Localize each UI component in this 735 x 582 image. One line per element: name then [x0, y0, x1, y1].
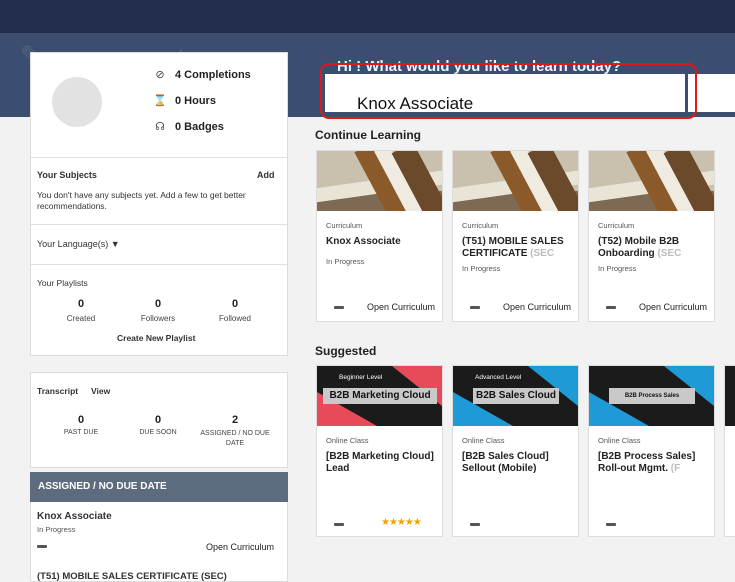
more-options-icon[interactable] [334, 306, 344, 309]
course-type: Curriculum [326, 221, 363, 230]
more-options-icon[interactable] [470, 306, 480, 309]
course-title: (T52) Mobile B2B Onboarding (SEC [598, 236, 710, 260]
suggested-card[interactable]: Beginner Level B2B Marketing Cloud Onlin… [316, 365, 443, 537]
open-curriculum-button[interactable]: Open Curriculum [206, 542, 274, 553]
check-circle-icon: ⊘ [155, 69, 165, 81]
suggested-badge: B2B Process Sales [609, 388, 695, 404]
course-title: (T51) MOBILE SALES CERTIFICATE (SEC [462, 236, 574, 260]
suggested-card-partial[interactable] [724, 365, 735, 537]
more-options-icon[interactable] [606, 306, 616, 309]
level-label: Beginner Level [339, 374, 383, 381]
assigned-header: ASSIGNED / NO DUE DATE [30, 472, 288, 502]
course-type: Curriculum [462, 221, 499, 230]
more-options-icon[interactable] [37, 545, 47, 548]
class-type: Online Class [326, 436, 369, 445]
course-title-fade: (SEC [527, 248, 555, 259]
more-options-icon[interactable] [334, 523, 344, 526]
subjects-empty-text: You don't have any subjects yet. Add a f… [37, 190, 246, 211]
hours-stat: ⌛ 0 Hours [153, 94, 216, 107]
open-curriculum-button[interactable]: Open Curriculum [639, 302, 707, 312]
language-dropdown[interactable]: Your Language(s) ▼ [37, 239, 120, 250]
subjects-title: Your Subjects [37, 170, 97, 180]
avatar [52, 77, 102, 127]
course-title: Knox Associate [326, 236, 438, 248]
continue-learning-title: Continue Learning [315, 128, 421, 142]
create-playlist-button[interactable]: Create New Playlist [117, 333, 195, 343]
transcript-title: Transcript [37, 386, 79, 396]
top-navigation-bar [0, 0, 735, 33]
hours-label: 0 Hours [175, 95, 216, 107]
past-due-count: 0 [77, 414, 85, 426]
badges-label: 0 Badges [175, 121, 224, 133]
course-title-fade: (SEC [654, 248, 682, 259]
class-title-text: [B2B Process Sales] Roll-out Mgmt. [598, 451, 696, 474]
course-status: In Progress [326, 257, 365, 266]
past-due-label: PAST DUE [63, 429, 99, 436]
divider [31, 157, 287, 158]
badges-stat: ☊ 0 Badges [153, 120, 224, 133]
course-card[interactable]: Curriculum (T51) MOBILE SALES CERTIFICAT… [452, 150, 579, 322]
playlist-followers-count: 0 [154, 298, 162, 310]
transcript-view-link[interactable]: View [91, 386, 110, 396]
assigned-item-title[interactable]: Knox Associate [37, 511, 112, 522]
suggested-card[interactable]: B2B Process Sales Online Class [B2B Proc… [588, 365, 715, 537]
playlist-created-label: Created [66, 314, 96, 323]
course-card[interactable]: Curriculum Knox Associate In Progress Op… [316, 150, 443, 322]
divider [31, 264, 287, 265]
level-label: Advanced Level [475, 374, 522, 381]
open-curriculum-button[interactable]: Open Curriculum [503, 302, 571, 312]
assigned-label: ASSIGNED / NO DUE DATE [200, 430, 270, 447]
class-type: Online Class [598, 436, 641, 445]
completions-label: 4 Completions [175, 69, 251, 81]
more-options-icon[interactable] [470, 523, 480, 526]
suggested-card[interactable]: Advanced Level B2B Sales Cloud Online Cl… [452, 365, 579, 537]
suggested-badge: B2B Marketing Cloud [323, 388, 437, 404]
search-highlight-box [320, 63, 697, 119]
class-title: [B2B Process Sales] Roll-out Mgmt. (F [598, 451, 710, 475]
course-thumbnail [589, 151, 714, 211]
playlist-followers-label: Followers [140, 314, 176, 323]
due-soon-label: DUE SOON [139, 429, 177, 436]
suggested-thumbnail: B2B Process Sales [589, 366, 714, 426]
suggested-thumbnail: Beginner Level B2B Marketing Cloud [317, 366, 442, 426]
add-subject-button[interactable]: Add [257, 170, 275, 180]
class-title: [B2B Marketing Cloud] Lead [326, 451, 438, 475]
suggested-thumbnail: Advanced Level B2B Sales Cloud [453, 366, 578, 426]
assigned-item-status: In Progress [37, 525, 76, 534]
assigned-count: 2 [231, 414, 239, 426]
divider [31, 224, 287, 225]
completions-stat: ⊘ 4 Completions [153, 68, 251, 81]
badge-icon: ☊ [155, 121, 165, 133]
course-card[interactable]: Curriculum (T52) Mobile B2B Onboarding (… [588, 150, 715, 322]
class-title-text: [B2B Marketing Cloud] Lead [326, 451, 434, 474]
course-type: Curriculum [598, 221, 635, 230]
course-status: In Progress [598, 264, 637, 273]
suggested-title: Suggested [315, 344, 377, 358]
course-thumbnail [453, 151, 578, 211]
suggested-badge: B2B Sales Cloud [473, 388, 559, 404]
open-curriculum-button[interactable]: Open Curriculum [367, 302, 435, 312]
class-title-text: [B2B Sales Cloud] Sellout (Mobile) [462, 451, 549, 474]
course-status: In Progress [462, 264, 501, 273]
class-title-fade: (F [667, 463, 681, 474]
due-soon-count: 0 [154, 414, 162, 426]
playlists-title: Your Playlists [37, 278, 88, 288]
class-type: Online Class [462, 436, 505, 445]
playlist-created-count: 0 [77, 298, 85, 310]
class-title: [B2B Sales Cloud] Sellout (Mobile) [462, 451, 574, 475]
hourglass-icon: ⌛ [153, 95, 167, 107]
playlist-followed-count: 0 [231, 298, 239, 310]
more-options-icon[interactable] [606, 523, 616, 526]
course-title-text: Knox Associate [326, 236, 401, 247]
suggested-thumbnail [725, 366, 735, 426]
assigned-next-title[interactable]: (T51) MOBILE SALES CERTIFICATE (SEC) [37, 571, 227, 582]
rating-stars: ★★★★★ [381, 517, 422, 528]
course-thumbnail [317, 151, 442, 211]
playlist-followed-label: Followed [218, 314, 251, 323]
